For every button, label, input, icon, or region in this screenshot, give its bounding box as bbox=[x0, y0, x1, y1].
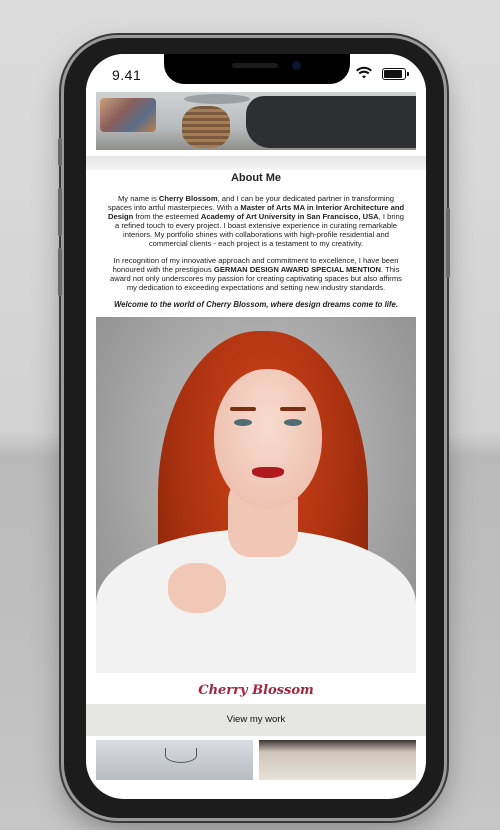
power-button bbox=[446, 208, 450, 278]
phone-frame: 9.41 About Me My name is Cherry Blossom,… bbox=[58, 38, 450, 818]
mute-switch bbox=[58, 138, 62, 166]
about-title: About Me bbox=[230, 172, 282, 184]
battery-icon bbox=[382, 68, 409, 80]
signature: Cherry Blossom bbox=[86, 673, 426, 704]
portfolio-image[interactable] bbox=[259, 740, 416, 780]
about-paragraph-1: My name is Cherry Blossom, and I can be … bbox=[107, 194, 405, 248]
notch bbox=[164, 54, 350, 84]
status-time: 9.41 bbox=[112, 67, 142, 83]
about-quote: Welcome to the world of Cherry Blossom, … bbox=[113, 300, 399, 309]
portfolio-previews bbox=[86, 740, 426, 780]
about-section: About Me My name is Cherry Blossom, and … bbox=[86, 172, 426, 309]
volume-down-button bbox=[58, 248, 62, 296]
about-paragraph-2: In recognition of my innovative approach… bbox=[110, 256, 402, 292]
volume-up-button bbox=[58, 188, 62, 236]
speaker-icon bbox=[232, 63, 278, 68]
portrait-photo bbox=[96, 317, 416, 673]
wifi-icon bbox=[356, 66, 372, 79]
portfolio-image[interactable] bbox=[96, 740, 253, 780]
divider bbox=[86, 156, 426, 170]
interior-image-top bbox=[96, 92, 416, 150]
view-my-work-button[interactable]: View my work bbox=[86, 704, 426, 736]
phone-screen: 9.41 About Me My name is Cherry Blossom,… bbox=[86, 54, 426, 799]
page-content: About Me My name is Cherry Blossom, and … bbox=[86, 92, 426, 780]
camera-icon bbox=[292, 61, 301, 70]
